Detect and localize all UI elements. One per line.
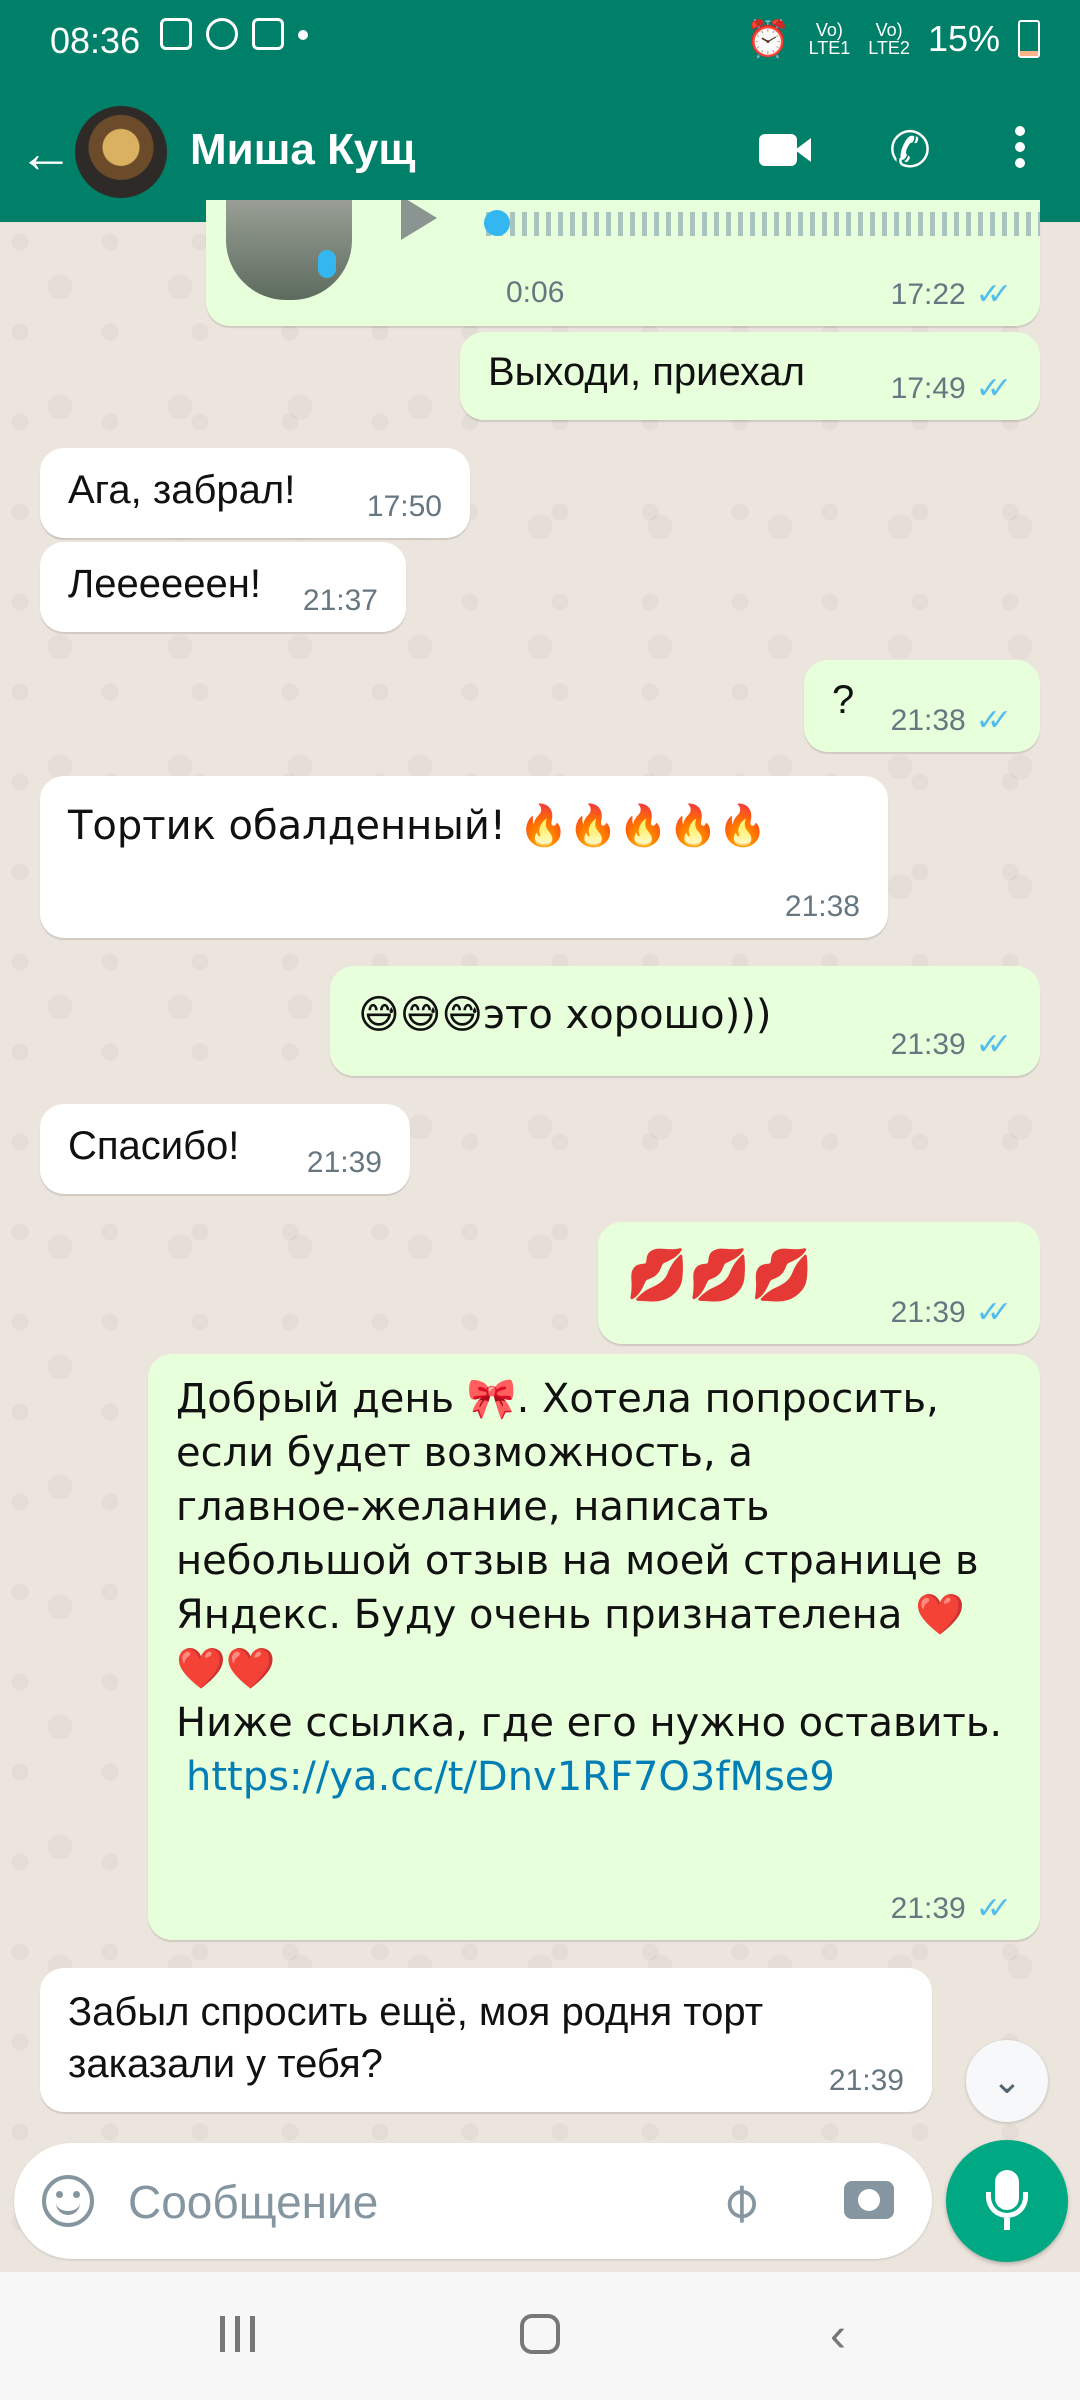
message-meta: 21:38 (785, 890, 860, 924)
message-time: 21:39 (306, 1146, 382, 1179)
signal-sim1-icon: Vo) LTE1 (808, 20, 851, 58)
voice-message[interactable]: 0:06 17:22 ✓✓ (206, 200, 1040, 326)
more-vert-icon[interactable] (1000, 120, 1040, 180)
message-time: 17:22 (890, 277, 966, 311)
message-time: 17:50 (366, 490, 442, 523)
message-meta: 21:39 ✓✓ (891, 1295, 1012, 1330)
message-text: Ага, забрал! (68, 468, 296, 512)
message-meta: 17:22 ✓✓ (891, 277, 1012, 312)
microphone-icon (318, 250, 336, 278)
system-nav-bar: ‹ (0, 2272, 1080, 2400)
message-meta: 17:49 ✓✓ (891, 371, 1012, 406)
message-incoming[interactable]: Ага, забрал! 17:50 (40, 448, 470, 538)
message-meta: 21:39 (829, 2064, 904, 2098)
arrow-left-icon[interactable]: ← (18, 125, 74, 181)
message-text: 😅😅😅это хорошо))) (358, 992, 772, 1038)
message-text: Выходи, приехал (488, 350, 806, 394)
contact-name[interactable]: Миша Кущ (190, 125, 416, 175)
play-icon[interactable] (401, 200, 437, 240)
message-text: Забыл спросить ещё, моя родня торт заказ… (68, 1990, 764, 2086)
message-text: Тортик обалденный! 🔥🔥🔥🔥🔥 (68, 803, 768, 849)
message-outgoing[interactable]: Добрый день 🎀. Хотела попросить, если бу… (148, 1354, 1040, 1940)
message-time: 21:39 (890, 1295, 966, 1329)
shield-icon (252, 18, 284, 50)
message-incoming[interactable]: Спасибо! 21:39 (40, 1104, 410, 1194)
message-incoming[interactable]: Забыл спросить ещё, моя родня торт заказ… (40, 1968, 932, 2112)
message-text: Добрый день 🎀. Хотела попросить, если бу… (176, 1372, 1012, 1804)
status-bar: 08:36 ⏰ Vo) LTE1 Vo) LTE2 15% (0, 0, 1080, 80)
sync-icon (206, 18, 238, 50)
system-icons: ⏰ Vo) LTE1 Vo) LTE2 15% (746, 18, 1040, 60)
read-ticks-icon: ✓✓ (975, 1028, 1012, 1061)
message-time: 21:39 (828, 2064, 904, 2097)
more-notifications-icon (298, 30, 308, 40)
battery-percent: 15% (927, 18, 1000, 59)
message-meta: 21:39 (307, 1146, 382, 1180)
message-meta: 21:37 (303, 584, 378, 618)
message-outgoing[interactable]: Выходи, приехал 17:49 ✓✓ (460, 332, 1040, 420)
message-outgoing[interactable]: 😅😅😅это хорошо))) 21:39 ✓✓ (330, 966, 1040, 1076)
message-outgoing[interactable]: 💋💋💋 21:39 ✓✓ (598, 1222, 1040, 1344)
read-ticks-icon: ✓✓ (975, 278, 1012, 311)
recent-apps-icon[interactable] (220, 2316, 256, 2352)
voice-scrubber[interactable] (484, 210, 510, 236)
message-time: 21:39 (890, 1891, 966, 1925)
message-meta: 21:39 ✓✓ (891, 1891, 1012, 1926)
read-ticks-icon: ✓✓ (975, 1296, 1012, 1329)
message-meta: 17:50 (367, 490, 442, 524)
message-time: 21:38 (890, 703, 966, 737)
message-link[interactable]: https://ya.cc/t/Dnv1RF7O3fMse9 (176, 1750, 1012, 1804)
message-text: Леееееен! (68, 562, 261, 606)
message-text: ? (832, 678, 855, 722)
message-time: 21:39 (890, 1027, 966, 1061)
message-time: 21:38 (784, 890, 860, 923)
chevron-down-icon[interactable]: ⌄ (966, 2040, 1048, 2122)
message-text: 💋💋💋 (626, 1246, 813, 1304)
back-chevron-icon[interactable]: ‹ (830, 2308, 846, 2363)
notification-icons (160, 18, 308, 50)
message-meta: 21:38 ✓✓ (891, 703, 1012, 738)
signal-sim2-icon: Vo) LTE2 (868, 20, 910, 58)
message-incoming[interactable]: Леееееен! 21:37 (40, 542, 406, 632)
read-ticks-icon: ✓✓ (975, 704, 1012, 737)
message-text: Спасибо! (68, 1124, 240, 1168)
paperclip-icon[interactable]: ⌀ (704, 2167, 772, 2235)
message-incoming[interactable]: Тортик обалденный! 🔥🔥🔥🔥🔥 21:38 (40, 776, 888, 938)
voice-sender-avatar (226, 200, 352, 300)
message-input[interactable] (126, 2171, 690, 2233)
smiley-icon[interactable] (42, 2175, 94, 2227)
gallery-icon (160, 18, 192, 50)
message-composer: ⌀ (14, 2143, 932, 2259)
avatar[interactable] (75, 106, 167, 198)
message-outgoing[interactable]: ? 21:38 ✓✓ (804, 660, 1040, 752)
message-meta: 21:39 ✓✓ (891, 1027, 1012, 1062)
microphone-icon[interactable] (946, 2140, 1068, 2262)
phone-icon[interactable]: ✆ (880, 120, 940, 180)
read-ticks-icon: ✓✓ (975, 372, 1012, 405)
home-icon[interactable] (520, 2314, 560, 2354)
status-time: 08:36 (50, 20, 141, 61)
message-time: 21:37 (302, 584, 378, 617)
voice-duration: 0:06 (506, 276, 565, 309)
battery-icon (1018, 20, 1040, 58)
voice-waveform[interactable] (486, 212, 1040, 236)
message-time: 17:49 (890, 371, 966, 405)
video-camera-icon[interactable] (755, 120, 815, 180)
read-ticks-icon: ✓✓ (975, 1892, 1012, 1925)
alarm-icon: ⏰ (745, 18, 791, 59)
camera-icon[interactable] (844, 2181, 894, 2219)
